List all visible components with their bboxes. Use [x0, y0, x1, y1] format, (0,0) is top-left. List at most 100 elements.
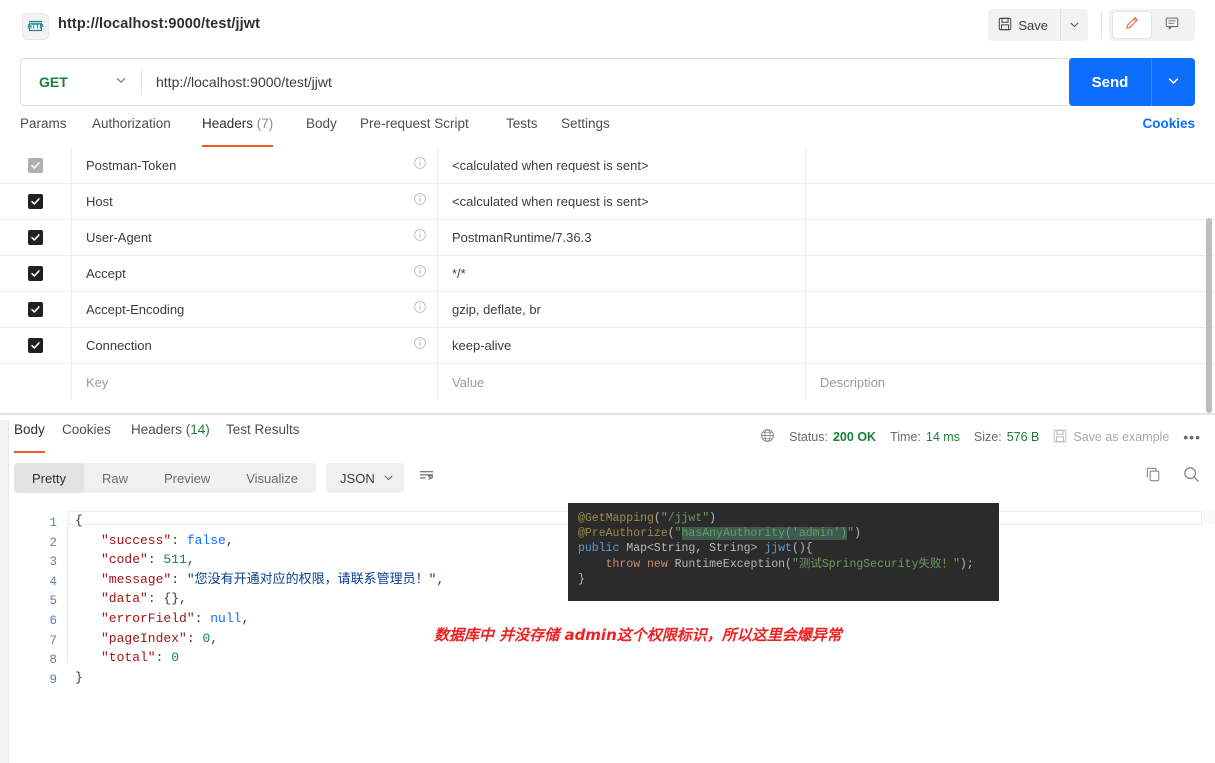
format-pretty[interactable]: Pretty [14, 463, 84, 493]
header-enabled-checkbox[interactable] [28, 230, 43, 245]
info-icon[interactable] [413, 300, 427, 319]
info-icon[interactable] [413, 336, 427, 355]
cell-key[interactable]: Host [72, 184, 438, 219]
code-token: : [194, 610, 211, 626]
word-wrap-icon [418, 467, 435, 489]
overlay-code-line: } [578, 572, 999, 587]
cell-checkbox[interactable] [0, 256, 72, 291]
save-options-button[interactable] [1060, 9, 1088, 41]
cell-description[interactable]: Description [806, 364, 1215, 400]
method-selector[interactable]: GET [21, 59, 141, 105]
code-token: , [210, 630, 219, 646]
cell-description[interactable] [806, 292, 1215, 327]
cookies-link[interactable]: Cookies [1142, 116, 1195, 131]
format-visualize[interactable]: Visualize [228, 463, 316, 493]
tab-params[interactable]: Params [20, 116, 67, 147]
ellipsis-icon[interactable]: ••• [1183, 429, 1201, 445]
copy-button[interactable] [1145, 466, 1162, 488]
info-icon[interactable] [413, 228, 427, 247]
send-button[interactable]: Send [1069, 58, 1151, 106]
cell-checkbox[interactable] [0, 148, 72, 183]
cell-description[interactable] [806, 328, 1215, 363]
tab-settings[interactable]: Settings [561, 116, 610, 147]
header-enabled-checkbox[interactable] [28, 194, 43, 209]
url-input[interactable] [142, 59, 1079, 105]
cell-checkbox[interactable] [0, 184, 72, 219]
table-row[interactable]: User-Agent PostmanRuntime/7.36.3 [0, 220, 1215, 256]
overlay-code-token: RuntimeException [674, 557, 786, 571]
language-selector[interactable]: JSON [326, 463, 404, 493]
cell-value[interactable]: Value [438, 364, 806, 400]
response-tab-cookies[interactable]: Cookies [62, 422, 111, 453]
edit-button[interactable] [1112, 11, 1152, 39]
cell-checkbox[interactable] [0, 364, 72, 400]
cell-description[interactable] [806, 220, 1215, 255]
overlay-code-token: ); [959, 557, 974, 571]
cell-key[interactable]: Postman-Token [72, 148, 438, 183]
overlay-code-token: " [674, 527, 682, 541]
response-tab-headers[interactable]: Headers (14) [131, 422, 210, 453]
send-options-button[interactable] [1151, 58, 1195, 106]
overlay-code-token: } [578, 572, 585, 586]
code-token: , [186, 552, 195, 568]
status-group: Status: 200 OK [789, 430, 876, 444]
header-enabled-checkbox[interactable] [28, 266, 43, 281]
table-row[interactable]: Accept-Encoding gzip, deflate, br [0, 292, 1215, 328]
headers-table-scrollbar[interactable] [1206, 218, 1212, 413]
comment-button[interactable] [1152, 11, 1192, 39]
cell-description[interactable] [806, 184, 1215, 219]
tab-headers[interactable]: Headers (7) [202, 116, 274, 147]
header-enabled-checkbox[interactable] [28, 302, 43, 317]
response-tab-test-results[interactable]: Test Results [226, 422, 300, 453]
line-number: 9 [49, 672, 57, 687]
code-token: : [186, 630, 203, 646]
table-row[interactable]: Accept */* [0, 256, 1215, 292]
table-row[interactable]: Host <calculated when request is sent> [0, 184, 1215, 220]
format-raw[interactable]: Raw [84, 463, 146, 493]
table-row[interactable]: Postman-Token <calculated when request is… [0, 148, 1215, 184]
cell-checkbox[interactable] [0, 292, 72, 327]
info-icon[interactable] [413, 192, 427, 211]
info-icon[interactable] [413, 156, 427, 175]
cell-value[interactable]: <calculated when request is sent> [438, 148, 806, 183]
cell-value[interactable]: */* [438, 256, 806, 291]
save-button[interactable]: Save [988, 9, 1060, 41]
url-bar: GET [20, 58, 1080, 106]
tab-tests[interactable]: Tests [506, 116, 538, 147]
table-row-new[interactable]: Key Value Description [0, 364, 1215, 400]
tab-body[interactable]: Body [306, 116, 337, 147]
cell-value[interactable]: keep-alive [438, 328, 806, 363]
cell-value[interactable]: <calculated when request is sent> [438, 184, 806, 219]
tab-authorization[interactable]: Authorization [92, 116, 171, 147]
word-wrap-button[interactable] [414, 465, 440, 491]
table-row[interactable]: Connection keep-alive [0, 328, 1215, 364]
save-as-example-button[interactable]: Save as example [1053, 429, 1169, 446]
cell-key[interactable]: User-Agent [72, 220, 438, 255]
cell-value[interactable]: gzip, deflate, br [438, 292, 806, 327]
cell-key[interactable]: Accept-Encoding [72, 292, 438, 327]
header-key-text: Accept [86, 266, 126, 281]
time-value: 14 ms [925, 430, 960, 444]
overlay-code-token: ( [785, 557, 792, 571]
line-number: 1 [49, 516, 57, 530]
header-enabled-checkbox[interactable] [28, 338, 43, 353]
cell-key[interactable]: Accept [72, 256, 438, 291]
search-button[interactable] [1182, 465, 1201, 489]
cell-value[interactable]: PostmanRuntime/7.36.3 [438, 220, 806, 255]
header-key-text: Postman-Token [86, 158, 177, 173]
cell-description[interactable] [806, 148, 1215, 183]
cell-checkbox[interactable] [0, 328, 72, 363]
cell-key[interactable]: Connection [72, 328, 438, 363]
globe-icon [760, 428, 775, 446]
code-line: } [75, 668, 1075, 688]
cell-description[interactable] [806, 256, 1215, 291]
cell-checkbox[interactable] [0, 220, 72, 255]
header-enabled-checkbox[interactable] [28, 158, 43, 173]
tab-pre-request-script[interactable]: Pre-request Script [360, 116, 469, 147]
cell-key[interactable]: Key [72, 364, 438, 400]
format-preview[interactable]: Preview [146, 463, 228, 493]
overlay-code-token: throw new [605, 557, 675, 571]
info-icon[interactable] [413, 264, 427, 283]
overlay-code-token: "/jjwt" [660, 512, 710, 525]
response-tab-body[interactable]: Body [14, 422, 45, 453]
